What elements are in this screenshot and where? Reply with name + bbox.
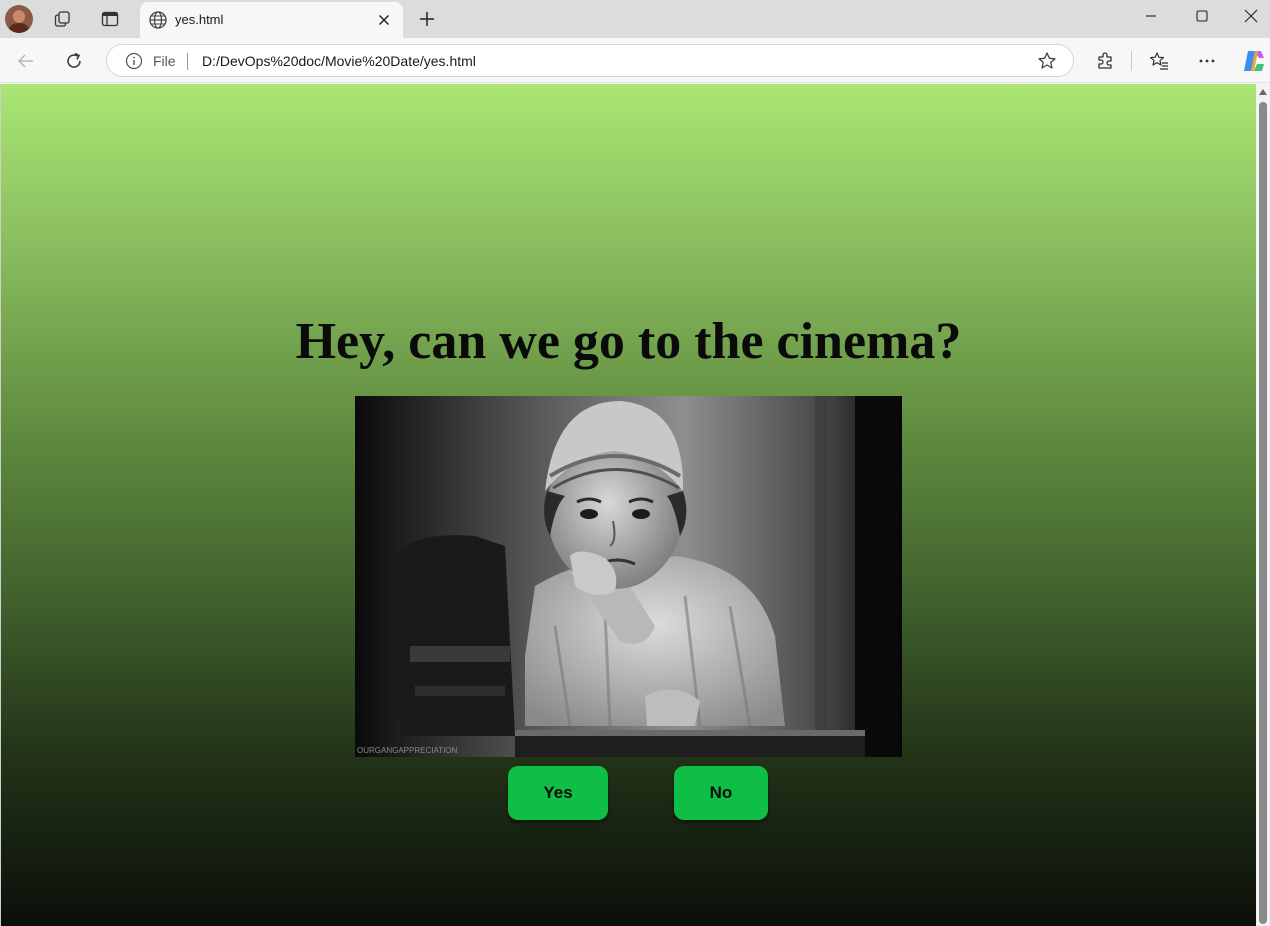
extensions-icon[interactable] bbox=[1091, 47, 1119, 75]
workspaces-icon[interactable] bbox=[50, 6, 76, 32]
maximize-icon[interactable] bbox=[1179, 0, 1225, 32]
copilot-icon[interactable] bbox=[1239, 47, 1267, 75]
browser-toolbar: File D:/DevOps%20doc/Movie%20Date/yes.ht… bbox=[0, 38, 1270, 83]
favorites-icon[interactable] bbox=[1145, 47, 1173, 75]
sad-child-photo: OURGANGAPPRECIATION bbox=[355, 396, 902, 757]
address-bar[interactable]: File D:/DevOps%20doc/Movie%20Date/yes.ht… bbox=[106, 44, 1074, 77]
vertical-tabs-icon[interactable] bbox=[97, 6, 123, 32]
close-icon[interactable] bbox=[374, 10, 394, 30]
tab-title: yes.html bbox=[175, 12, 224, 27]
globe-icon bbox=[148, 10, 168, 30]
info-icon[interactable] bbox=[125, 52, 143, 70]
back-icon[interactable] bbox=[12, 47, 40, 75]
url-text[interactable]: D:/DevOps%20doc/Movie%20Date/yes.html bbox=[202, 53, 476, 69]
refresh-icon[interactable] bbox=[60, 47, 88, 75]
tab-yes-html[interactable]: yes.html bbox=[140, 2, 403, 38]
star-icon[interactable] bbox=[1037, 51, 1057, 71]
tab-strip: yes.html bbox=[0, 0, 1270, 38]
scheme-label: File bbox=[153, 53, 176, 69]
plus-icon[interactable] bbox=[414, 6, 440, 32]
more-icon[interactable] bbox=[1193, 47, 1221, 75]
window-close-icon[interactable] bbox=[1228, 0, 1270, 32]
toolbar-divider bbox=[1131, 51, 1132, 71]
address-divider bbox=[187, 53, 188, 70]
scroll-thumb[interactable] bbox=[1259, 102, 1267, 924]
vertical-scrollbar[interactable] bbox=[1256, 84, 1270, 926]
minimize-icon[interactable] bbox=[1128, 0, 1174, 32]
no-button[interactable]: No bbox=[674, 766, 768, 820]
page-viewport: Hey, can we go to the cinema? OURGANGAPP… bbox=[0, 84, 1256, 926]
profile-avatar[interactable] bbox=[5, 5, 33, 33]
yes-button[interactable]: Yes bbox=[508, 766, 608, 820]
scroll-up-arrow-icon[interactable] bbox=[1259, 89, 1267, 95]
image-watermark: OURGANGAPPRECIATION bbox=[357, 746, 458, 755]
page-headline: Hey, can we go to the cinema? bbox=[295, 313, 962, 370]
